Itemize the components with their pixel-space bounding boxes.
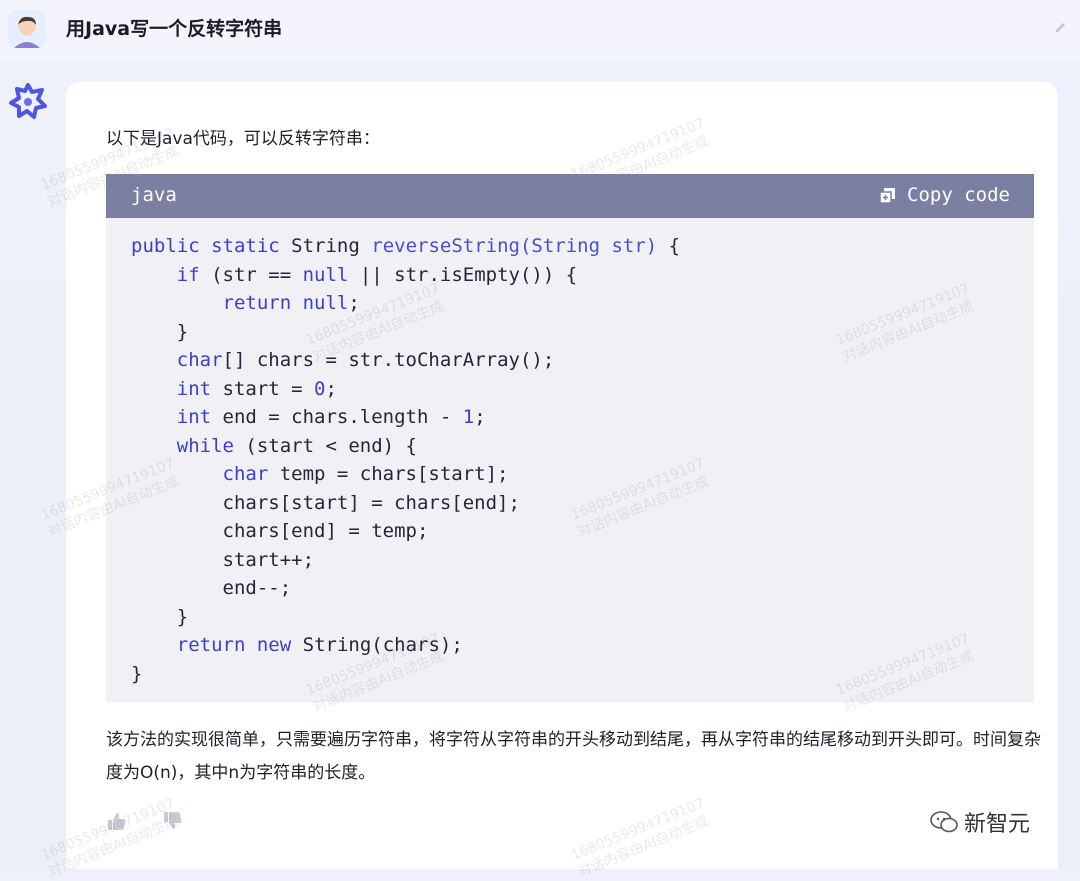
copy-icon (880, 187, 896, 203)
user-question: 用Java写一个反转字符串 (66, 18, 283, 40)
brand-name: 新智元 (964, 812, 1031, 837)
thumbs-up-icon[interactable] (106, 810, 128, 832)
brand-watermark: 新智元 (930, 806, 1030, 838)
user-message-row: 用Java写一个反转字符串 (0, 0, 1080, 60)
answer-explanation: 该方法的实现很简单，只需要遍历字符串，将字符从字符串的开头移动到结尾，再从字符串… (106, 730, 1041, 783)
bot-logo-icon (9, 83, 47, 119)
code-content: public static String reverseString(Strin… (131, 235, 681, 685)
pencil-icon[interactable] (1052, 20, 1068, 36)
thumbs-down-icon[interactable] (162, 810, 184, 832)
code-block-header: java Copy code (106, 174, 1034, 218)
copy-code-button[interactable]: Copy code (880, 184, 1010, 206)
answer-card: 以下是Java代码，可以反转字符串： java Copy code public… (66, 82, 1058, 869)
answer-intro: 以下是Java代码，可以反转字符串： (106, 129, 380, 149)
user-avatar (8, 10, 46, 48)
copy-code-label: Copy code (907, 184, 1010, 206)
code-block-body[interactable]: public static String reverseString(Strin… (106, 218, 1034, 702)
code-language-label: java (131, 184, 177, 206)
wechat-icon (930, 811, 958, 833)
